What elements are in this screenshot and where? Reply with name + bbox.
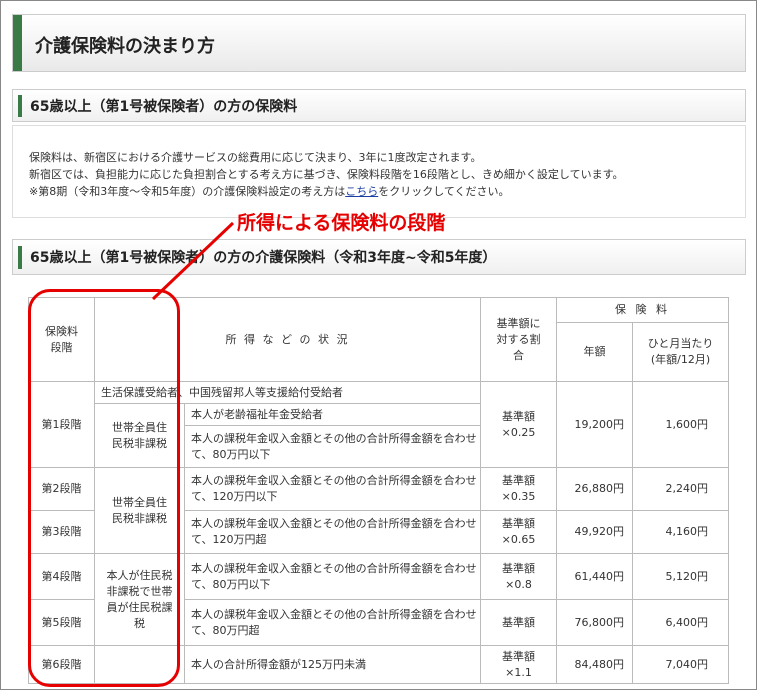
highlight-outline xyxy=(28,289,180,687)
section-accent-bar xyxy=(18,95,22,117)
ratio-cell: 基準額×0.8 xyxy=(480,553,557,600)
annual-cell: 26,880円 xyxy=(556,467,633,511)
monthly-cell: 2,240円 xyxy=(632,467,729,511)
description-text-prefix: ※第8期（令和3年度～令和5年度）の介護保険料設定の考え方は xyxy=(29,185,346,198)
status-cell: 本人の課税年金収入金額とその他の合計所得金額を合わせて、120万円以下 xyxy=(184,467,481,511)
annual-cell: 84,480円 xyxy=(556,645,633,684)
ratio-cell: 基準額×0.25 xyxy=(480,381,557,468)
status-cell: 本人の課税年金収入金額とその他の合計所得金額を合わせて、80万円以下 xyxy=(184,553,481,600)
monthly-cell: 5,120円 xyxy=(632,553,729,600)
table-heading: 65歳以上（第1号被保険者）の方の介護保険料（令和3年度~令和5年度） xyxy=(30,250,497,266)
ratio-cell: 基準額 xyxy=(480,599,557,646)
section-heading-bar: 65歳以上（第1号被保険者）の方の保険料 xyxy=(12,89,746,122)
description-text: 保険料は、新宿区における介護サービスの総費用に応じて決まり、3年に1度改定されま… xyxy=(29,149,623,200)
header-ratio: 基準額に対する割合 xyxy=(480,297,557,382)
section-heading: 65歳以上（第1号被保険者）の方の保険料 xyxy=(30,99,298,115)
status-cell: 本人の課税年金収入金額とその他の合計所得金額を合わせて、80万円超 xyxy=(184,599,481,646)
description-line: 新宿区では、負担能力に応じた負担割合とする考え方に基づき、保険料段階を16段階と… xyxy=(29,168,624,181)
annotation-label: 所得による保険料の段階 xyxy=(237,212,446,234)
status-cell: 本人の課税年金収入金額とその他の合計所得金額を合わせて、120万円超 xyxy=(184,510,481,554)
page-frame: 介護保険料の決まり方 65歳以上（第1号被保険者）の方の保険料 保険料は、新宿区… xyxy=(0,0,757,690)
status-cell: 本人の課税年金収入金額とその他の合計所得金額を合わせて、80万円以下 xyxy=(184,425,481,468)
ratio-cell: 基準額×0.35 xyxy=(480,467,557,511)
header-annual: 年額 xyxy=(556,322,633,382)
description-line: 保険料は、新宿区における介護サービスの総費用に応じて決まり、3年に1度改定されま… xyxy=(29,151,482,164)
annual-cell: 19,200円 xyxy=(556,381,633,468)
monthly-cell: 6,400円 xyxy=(632,599,729,646)
kochira-link[interactable]: こちら xyxy=(345,185,378,198)
monthly-cell: 7,040円 xyxy=(632,645,729,684)
status-cell: 本人の合計所得金額が125万円未満 xyxy=(184,645,481,684)
title-accent-bar xyxy=(13,15,22,71)
header-monthly: ひと月当たり(年額/12月) xyxy=(632,322,729,382)
table-heading-bar: 65歳以上（第1号被保険者）の方の介護保険料（令和3年度~令和5年度） xyxy=(12,239,746,275)
page-title: 介護保険料の決まり方 xyxy=(35,36,215,57)
description-text-suffix: をクリックしてください。 xyxy=(378,185,510,198)
annual-cell: 49,920円 xyxy=(556,510,633,554)
header-premium: 保 険 料 xyxy=(556,297,729,323)
annual-cell: 76,800円 xyxy=(556,599,633,646)
monthly-cell: 1,600円 xyxy=(632,381,729,468)
annual-cell: 61,440円 xyxy=(556,553,633,600)
ratio-cell: 基準額×1.1 xyxy=(480,645,557,684)
monthly-cell: 4,160円 xyxy=(632,510,729,554)
description-line: ※第8期（令和3年度～令和5年度）の介護保険料設定の考え方はこちらをクリックして… xyxy=(29,183,623,200)
page-title-bar: 介護保険料の決まり方 xyxy=(12,14,746,72)
status-cell: 本人が老齢福祉年金受給者 xyxy=(184,403,481,426)
table-accent-bar xyxy=(18,246,22,269)
ratio-cell: 基準額×0.65 xyxy=(480,510,557,554)
